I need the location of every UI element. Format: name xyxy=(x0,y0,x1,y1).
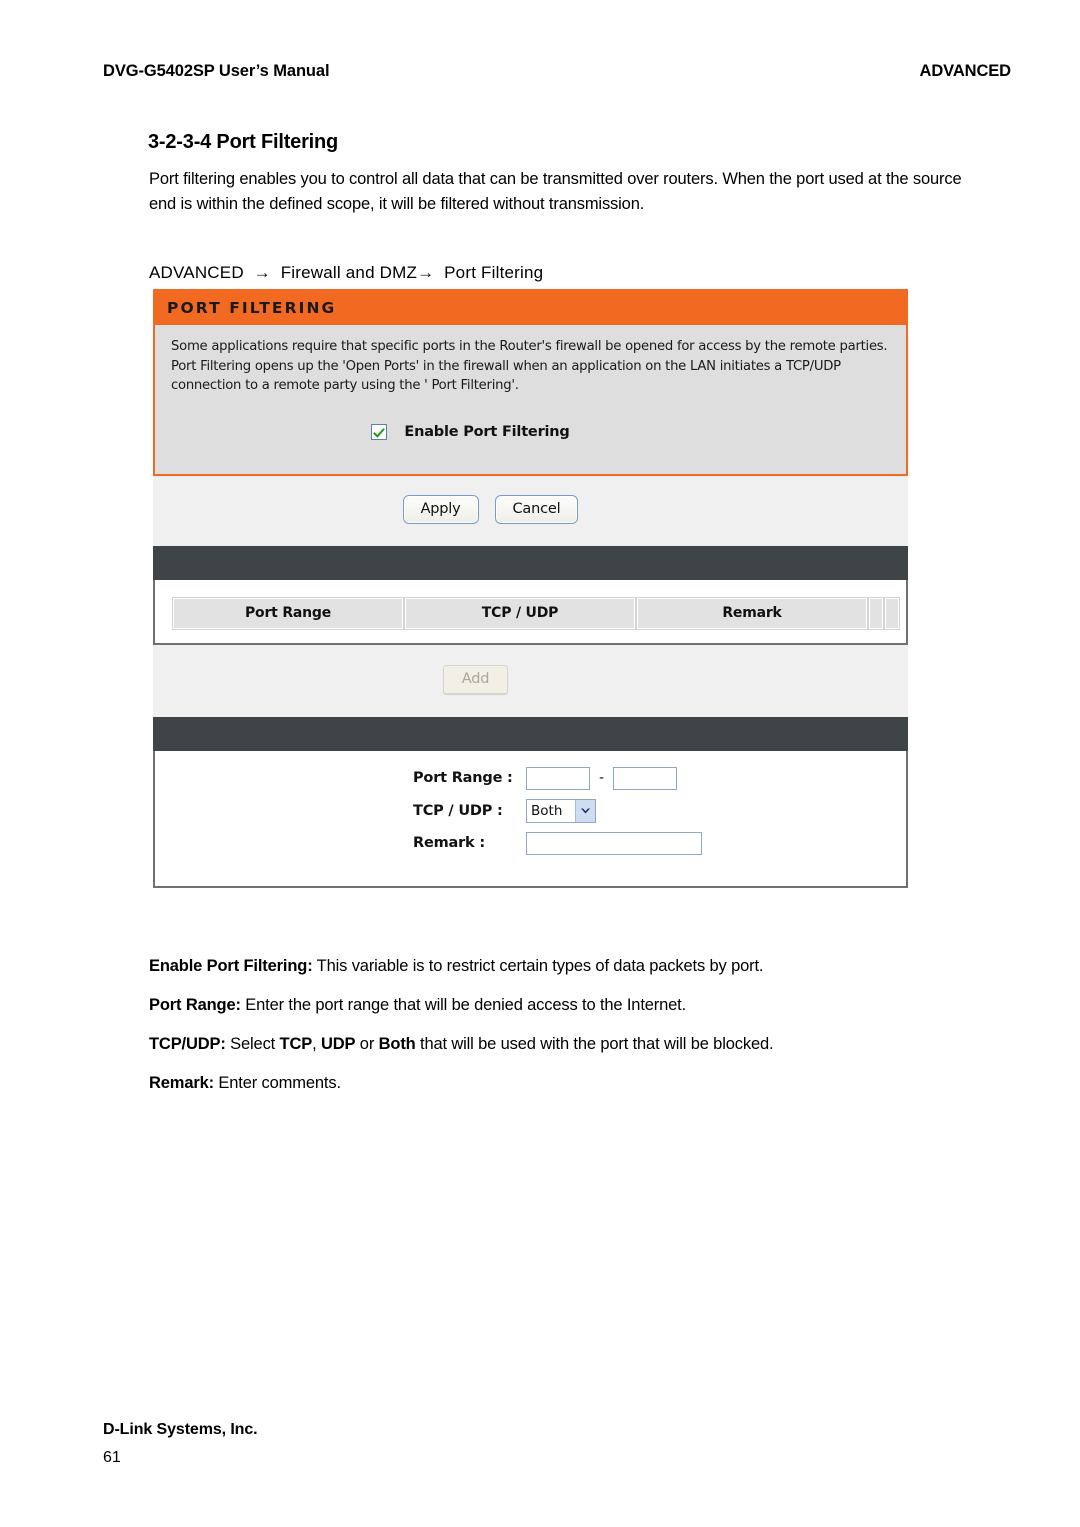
remark-input[interactable] xyxy=(526,831,702,855)
definition-text: Enter the port range that will be denied… xyxy=(240,996,687,1014)
intro-paragraph: Port filtering enables you to control al… xyxy=(149,170,962,213)
port-filter-table: Port Range TCP / UDP Remark xyxy=(153,579,908,645)
section-label: ADVANCED xyxy=(919,62,1012,80)
form-row-port-range: Port Range : - xyxy=(155,766,906,790)
column-header-action-edit xyxy=(868,596,884,630)
definition-text: Enter comments. xyxy=(213,1074,341,1092)
page-title: 3-2-3-4 Port Filtering xyxy=(148,131,339,153)
breadcrumb: ADVANCED → Firewall and DMZ→ Port Filter… xyxy=(149,263,544,282)
enable-port-filtering-row[interactable]: Enable Port Filtering xyxy=(155,400,906,474)
port-range-label: Port Range : xyxy=(413,770,513,786)
definition-list: Enable Port Filtering: This variable is … xyxy=(149,955,1009,1111)
enable-port-filtering-label: Enable Port Filtering xyxy=(404,423,570,440)
definition-port-range: Port Range: Enter the port range that wi… xyxy=(149,994,1009,1016)
remark-label: Remark : xyxy=(413,835,485,851)
add-band: Add xyxy=(152,644,909,717)
panel-body: Some applications require that specific … xyxy=(153,325,908,476)
definition-term: TCP/UDP: xyxy=(149,1035,226,1053)
manual-title: DVG-G5402SP User’s Manual xyxy=(103,62,330,80)
column-header-remark: Remark xyxy=(636,596,868,630)
router-ui-panel: PORT FILTERING Some applications require… xyxy=(152,289,909,888)
cancel-button[interactable]: Cancel xyxy=(494,494,579,524)
page-header: DVG-G5402SP User’s Manual ADVANCED xyxy=(103,62,1011,81)
tcp-udp-select[interactable]: Both xyxy=(526,798,596,823)
form-row-remark: Remark : xyxy=(155,831,906,855)
tcp-udp-label: TCP / UDP : xyxy=(413,802,503,819)
column-header-tcp-udp: TCP / UDP xyxy=(404,596,636,630)
definition-text: This variable is to restrict certain typ… xyxy=(312,957,764,975)
definition-term: Port Range: xyxy=(149,996,241,1014)
definition-term: Enable Port Filtering: xyxy=(149,957,313,975)
definition-enable-port-filtering: Enable Port Filtering: This variable is … xyxy=(149,955,1009,977)
port-filter-form: Port Range : - TCP / UDP : Both Remark : xyxy=(153,750,908,888)
apply-cancel-band: Apply Cancel xyxy=(152,475,909,546)
definition-text: Select TCP, UDP or Both that will be use… xyxy=(225,1035,774,1053)
column-header-action-delete xyxy=(884,596,900,630)
table-header-row: Port Range TCP / UDP Remark xyxy=(172,596,900,630)
port-range-separator: - xyxy=(599,770,605,786)
port-range-end-input[interactable] xyxy=(613,766,678,790)
tcp-udp-selected-value: Both xyxy=(531,802,563,819)
enable-port-filtering-checkbox[interactable] xyxy=(371,423,388,440)
footer-company: D-Link Systems, Inc. xyxy=(103,1421,258,1438)
definition-term: Remark: xyxy=(149,1074,214,1092)
footer-page-number: 61 xyxy=(103,1449,121,1466)
rule-list-section-bar xyxy=(153,545,908,580)
chevron-down-icon[interactable] xyxy=(575,799,595,822)
add-button[interactable]: Add xyxy=(442,664,509,694)
column-header-port-range: Port Range xyxy=(172,596,404,630)
form-row-tcp-udp: TCP / UDP : Both xyxy=(155,798,906,823)
rule-editor-section-bar xyxy=(153,716,908,751)
panel-description: Some applications require that specific … xyxy=(171,339,888,393)
port-range-start-input[interactable] xyxy=(526,766,590,790)
definition-remark: Remark: Enter comments. xyxy=(149,1072,1009,1094)
definition-tcp-udp: TCP/UDP: Select TCP, UDP or Both that wi… xyxy=(149,1033,1009,1055)
panel-title: PORT FILTERING xyxy=(153,289,908,325)
apply-button[interactable]: Apply xyxy=(402,494,479,524)
